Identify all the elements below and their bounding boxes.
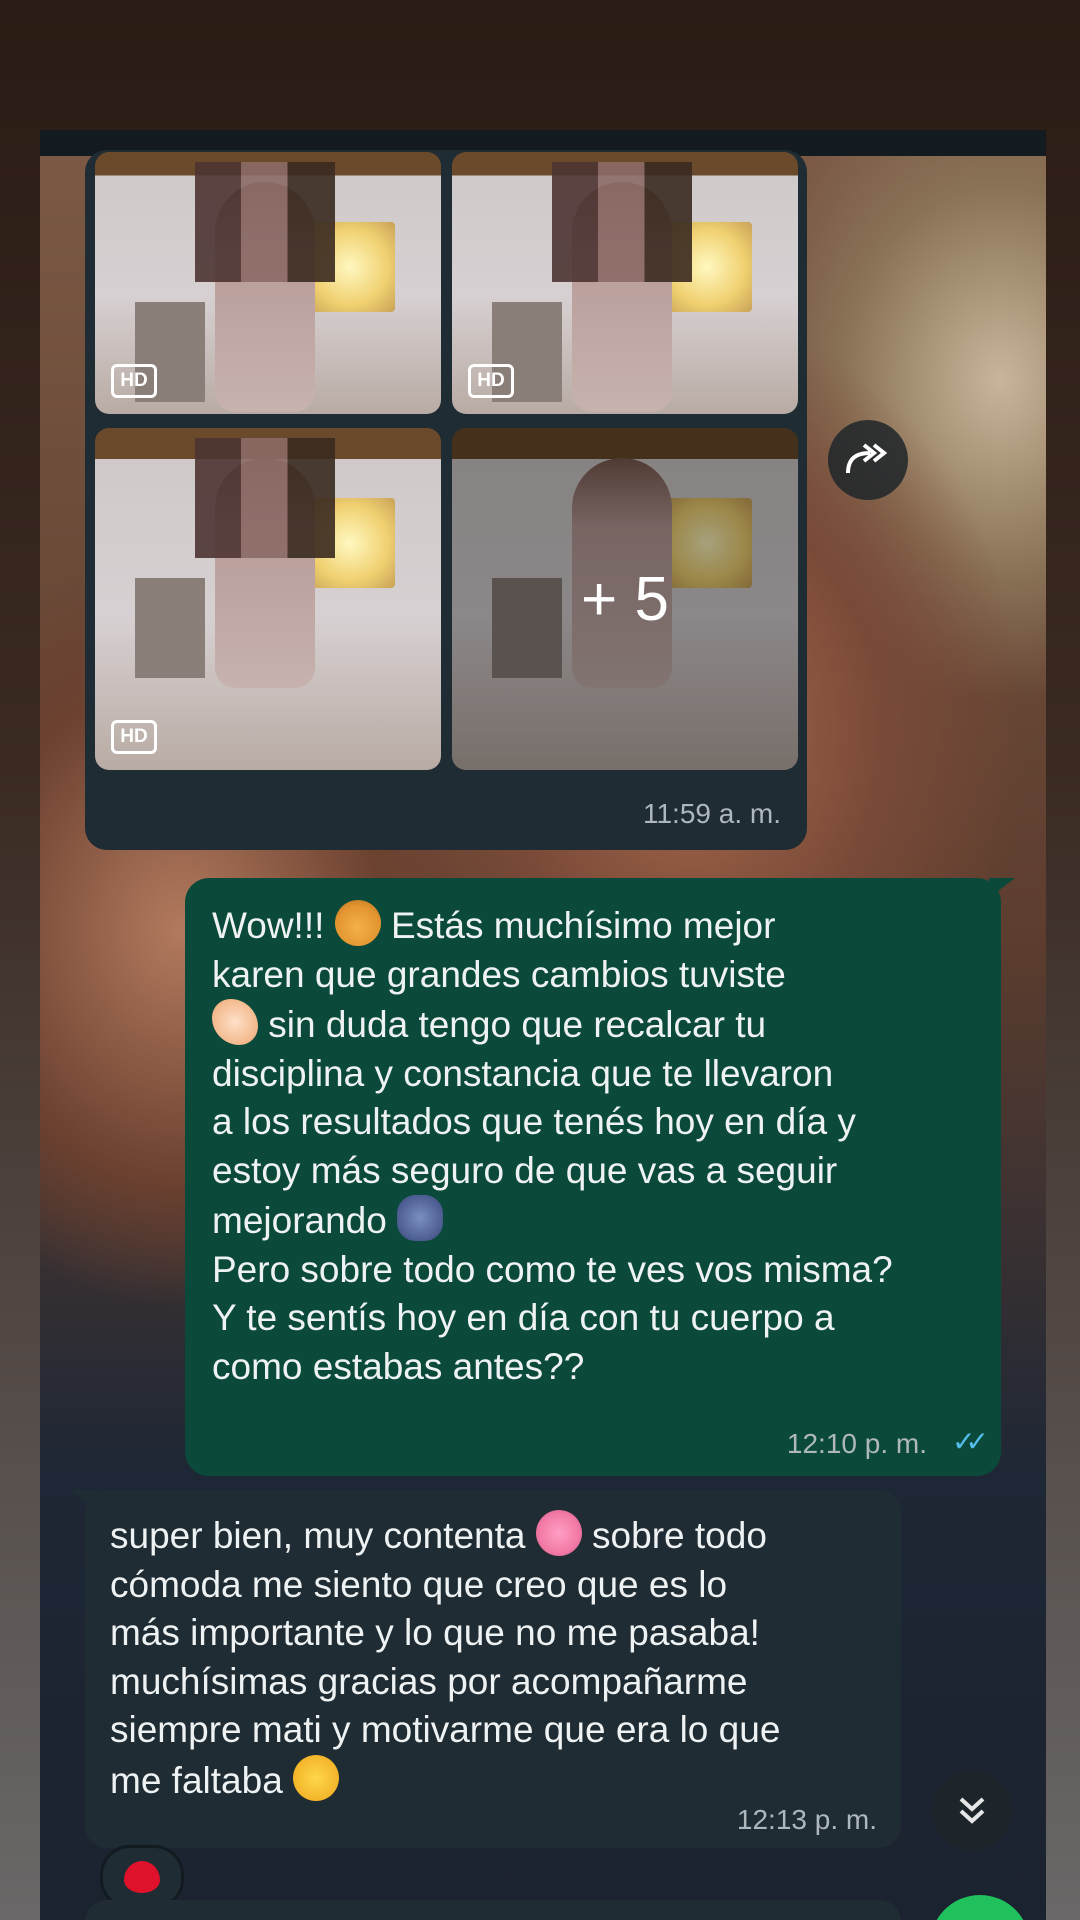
media-thumbnail[interactable]: HD bbox=[452, 152, 798, 414]
photo-shelf bbox=[135, 578, 205, 678]
action-fab-button[interactable] bbox=[930, 1895, 1030, 1920]
message-time: 12:10 p. m. bbox=[786, 1428, 927, 1459]
media-thumbnail-more[interactable]: + 5 bbox=[452, 428, 798, 770]
hugging-people-emoji bbox=[397, 1195, 444, 1241]
media-thumbnail[interactable]: HD bbox=[95, 152, 441, 414]
red-heart-icon bbox=[124, 1861, 160, 1893]
hd-badge: HD bbox=[111, 720, 157, 754]
exploding-head-emoji bbox=[334, 900, 381, 946]
double-chevron-down-icon bbox=[959, 1797, 985, 1824]
scroll-to-bottom-button[interactable] bbox=[932, 1770, 1012, 1850]
message-time: 11:59 a. m. bbox=[642, 798, 781, 829]
message-text: super bien, muy contenta sobre todo cómo… bbox=[110, 1510, 780, 1805]
forward-icon bbox=[846, 443, 888, 474]
hd-badge: HD bbox=[111, 364, 157, 398]
media-message-bubble[interactable]: HD HD HD + 5 11:59 a. m. bbox=[85, 150, 807, 850]
hd-badge: HD bbox=[468, 364, 514, 398]
pixelated-face bbox=[195, 162, 335, 282]
message-text: Wow!!! Estás muchísimo mejor karen que g… bbox=[212, 900, 893, 1391]
chat-screen: HD HD HD + 5 11:59 a. m. Wow!!! Estás mu… bbox=[40, 130, 1046, 1920]
read-ticks-icon: ✓✓ bbox=[952, 1426, 989, 1457]
outgoing-message-bubble[interactable]: Wow!!! Estás muchísimo mejor karen que g… bbox=[185, 878, 1015, 1476]
next-message-bubble[interactable] bbox=[85, 1900, 901, 1920]
more-media-count: + 5 bbox=[452, 428, 798, 770]
pixelated-face bbox=[552, 162, 692, 282]
flexed-biceps-emoji bbox=[212, 999, 258, 1045]
forward-button[interactable] bbox=[828, 420, 908, 500]
incoming-message-bubble[interactable]: super bien, muy contenta sobre todo cómo… bbox=[71, 1490, 901, 1848]
message-time: 12:13 p. m. bbox=[736, 1804, 877, 1835]
pixelated-face bbox=[195, 438, 335, 558]
media-thumbnail[interactable]: HD bbox=[95, 428, 441, 770]
growing-heart-emoji bbox=[535, 1510, 582, 1556]
star-struck-emoji bbox=[293, 1754, 340, 1801]
